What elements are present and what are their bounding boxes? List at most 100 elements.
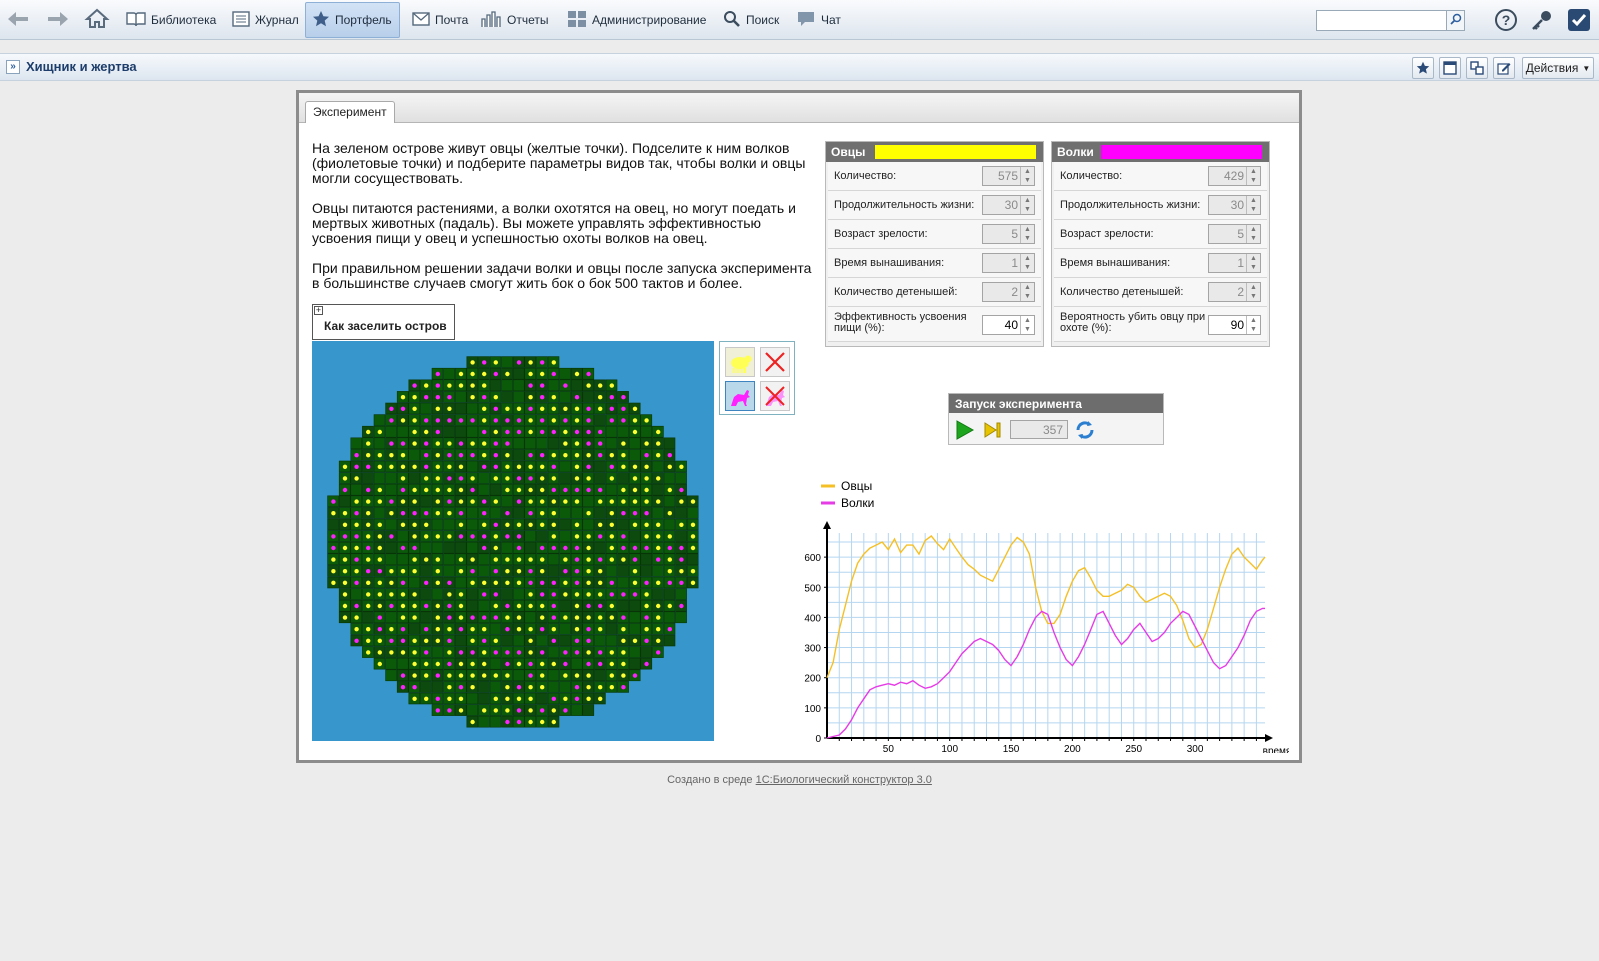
spinner-arrows-icon[interactable]: ▲ ▼ — [1020, 254, 1034, 272]
sheep-dot — [389, 650, 394, 655]
back-arrow-icon[interactable] — [6, 6, 32, 32]
wolf-dot — [447, 395, 452, 400]
menu-mail[interactable]: Почта — [406, 2, 474, 38]
window-icon[interactable] — [1439, 57, 1461, 79]
sheep-param-spinner[interactable]: 575 ▲ ▼ — [982, 166, 1035, 186]
sheep-dot — [505, 557, 510, 562]
wolf-dot — [447, 661, 452, 667]
sheep-dot — [609, 383, 614, 388]
sheep-dot — [354, 627, 359, 632]
island-cell — [478, 483, 490, 496]
wolf-dot — [574, 429, 580, 435]
favorite-star-icon[interactable] — [1412, 57, 1434, 79]
remove-wolf-button[interactable] — [760, 381, 790, 411]
menu-library[interactable]: Библиотека — [120, 2, 222, 38]
sheep-dot — [412, 603, 417, 609]
sheep-dot — [540, 511, 545, 516]
sheep-dot — [540, 661, 545, 667]
play-icon[interactable] — [952, 418, 976, 442]
home-icon[interactable] — [84, 6, 110, 32]
spinner-arrows-icon[interactable]: ▲ ▼ — [1020, 167, 1034, 185]
spinner-arrows-icon[interactable]: ▲ ▼ — [1246, 196, 1260, 214]
sheep-param-spinner[interactable]: 40 ▲ ▼ — [982, 315, 1035, 335]
sheep-dot — [458, 569, 464, 574]
spinner-arrows-icon[interactable]: ▲ ▼ — [1246, 254, 1260, 272]
sheep-dot — [505, 708, 510, 713]
sheep-param-spinner[interactable]: 5 ▲ ▼ — [982, 224, 1035, 244]
menu-journal[interactable]: Журнал — [226, 2, 305, 38]
menu-search[interactable]: Поиск — [717, 2, 785, 38]
sheep-param-row: Время вынашивания: 1 ▲ ▼ — [828, 249, 1041, 278]
wolf-dot — [377, 615, 382, 620]
sheep-param-spinner[interactable]: 2 ▲ ▼ — [982, 282, 1035, 302]
wolves-param-spinner[interactable]: 30 ▲ ▼ — [1208, 195, 1261, 215]
help-icon[interactable]: ? — [1494, 8, 1518, 32]
spinner-arrows-icon[interactable]: ▲ ▼ — [1020, 316, 1034, 334]
wolves-param-value: 30 — [1230, 198, 1244, 212]
sheep-dot — [551, 406, 556, 411]
sheep-dot — [644, 603, 649, 609]
key-icon[interactable] — [1530, 8, 1554, 32]
link-icon[interactable] — [1466, 57, 1488, 79]
wolves-panel-header: Волки — [1052, 142, 1269, 162]
wolf-dot — [505, 603, 510, 609]
wolves-param-spinner[interactable]: 1 ▲ ▼ — [1208, 253, 1261, 273]
launch-panel: Запуск эксперимента 357 — [948, 393, 1164, 445]
howto-button[interactable]: + Как заселить остров — [312, 304, 455, 340]
wolf-dot — [424, 418, 429, 423]
wolf-dot — [563, 569, 568, 574]
sheep-dot — [621, 638, 626, 643]
forward-arrow-icon[interactable] — [44, 6, 70, 32]
spinner-arrows-icon[interactable]: ▲ ▼ — [1020, 283, 1034, 301]
search-input[interactable] — [1316, 10, 1464, 31]
wolf-dot — [400, 406, 406, 411]
sheep-dot — [563, 696, 568, 701]
actions-dropdown[interactable]: Действия ▼ — [1522, 57, 1594, 79]
wolf-dot — [470, 615, 475, 620]
menu-chat[interactable]: Чат — [790, 2, 847, 38]
sheep-dot — [505, 569, 510, 574]
spinner-arrows-icon[interactable]: ▲ ▼ — [1246, 283, 1260, 301]
sheep-param-row: Возраст зрелости: 5 ▲ ▼ — [828, 220, 1041, 249]
step-forward-icon[interactable] — [981, 418, 1005, 442]
wolves-param-spinner[interactable]: 2 ▲ ▼ — [1208, 282, 1261, 302]
wolf-dot — [331, 534, 336, 539]
reset-refresh-icon[interactable] — [1073, 418, 1097, 442]
island-cell — [420, 611, 432, 624]
remove-sheep-button[interactable] — [760, 347, 790, 377]
menu-portfolio[interactable]: Портфель — [305, 2, 400, 38]
search-submit-button[interactable] — [1446, 10, 1465, 31]
sheep-dot — [435, 603, 440, 609]
menu-admin[interactable]: Администрирование — [561, 2, 712, 38]
wolves-param-spinner[interactable]: 5 ▲ ▼ — [1208, 224, 1261, 244]
island-map[interactable] — [312, 341, 714, 741]
add-sheep-button[interactable] — [725, 347, 755, 377]
sheep-param-spinner[interactable]: 30 ▲ ▼ — [982, 195, 1035, 215]
spinner-arrows-icon[interactable]: ▲ ▼ — [1020, 196, 1034, 214]
sheep-dot — [447, 685, 452, 690]
sheep-param-spinner[interactable]: 1 ▲ ▼ — [982, 253, 1035, 273]
x-axis-arrow — [1265, 734, 1273, 742]
island-cell — [373, 507, 386, 519]
spinner-arrows-icon[interactable]: ▲ ▼ — [1246, 225, 1260, 243]
spinner-arrows-icon[interactable]: ▲ ▼ — [1246, 316, 1260, 334]
wolf-dot — [540, 592, 545, 597]
menu-reports[interactable]: Отчеты — [474, 2, 554, 38]
sheep-dot — [621, 487, 626, 493]
tab-experiment[interactable]: Эксперимент — [305, 101, 395, 123]
island-cell — [547, 379, 560, 392]
island-cell — [385, 657, 397, 670]
wolves-param-spinner[interactable]: 429 ▲ ▼ — [1208, 166, 1261, 186]
footer-link[interactable]: 1С:Биологический конструктор 3.0 — [756, 774, 932, 786]
sheep-dot — [424, 638, 429, 643]
spinner-arrows-icon[interactable]: ▲ ▼ — [1246, 167, 1260, 185]
sheep-dot — [528, 522, 533, 527]
expand-icon[interactable]: » — [6, 60, 20, 74]
checkbox-icon[interactable] — [1567, 8, 1591, 32]
edit-icon[interactable] — [1493, 57, 1515, 79]
wolves-param-spinner[interactable]: 90 ▲ ▼ — [1208, 315, 1261, 335]
add-wolf-button[interactable] — [725, 381, 755, 411]
wolf-dot — [667, 453, 672, 458]
spinner-arrows-icon[interactable]: ▲ ▼ — [1020, 225, 1034, 243]
wolves-param-label: Время вынашивания: — [1060, 257, 1171, 269]
